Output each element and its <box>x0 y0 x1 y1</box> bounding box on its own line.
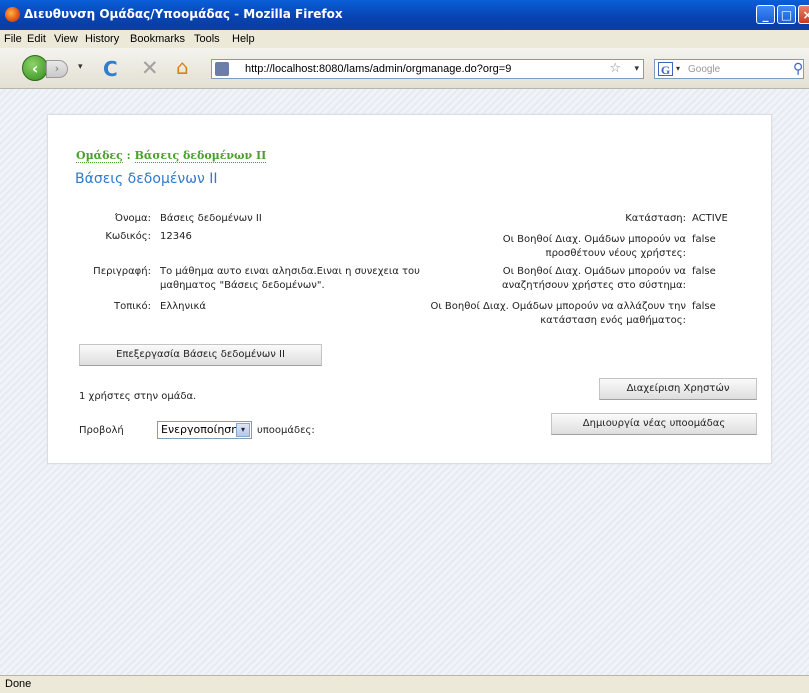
bookmark-star-icon[interactable]: ☆ <box>609 61 621 76</box>
description-value: Το μάθημα αυτο ειναι αλησιδα.Ειναι η συν… <box>160 266 420 291</box>
group-card: Ομάδες : Βάσεις δεδομένων ΙΙ Βάσεις δεδο… <box>47 114 772 464</box>
menu-bookmarks[interactable]: Bookmarks <box>130 33 185 45</box>
filter-prefix-label: Προβολή <box>79 425 124 436</box>
locale-value: Ελληνικά <box>160 301 206 312</box>
history-dropdown-icon[interactable]: ▾ <box>78 62 83 72</box>
filter-suffix-label: υποομάδες: <box>257 425 315 436</box>
page-title: Βάσεις δεδομένων ΙΙ <box>75 171 218 187</box>
breadcrumb-separator: : <box>122 149 135 162</box>
add-users-value: false <box>692 234 716 245</box>
description-label: Περιγραφή: <box>93 266 151 277</box>
menu-help[interactable]: Help <box>232 33 255 45</box>
address-bar[interactable]: http://localhost:8080/lams/admin/orgmana… <box>211 59 644 79</box>
subgroup-filter-select[interactable]: Ενεργοποίηση ▾ <box>157 421 252 439</box>
search-icon[interactable]: ⚲ <box>793 61 803 77</box>
code-value: 12346 <box>160 231 192 242</box>
menu-edit[interactable]: Edit <box>27 33 46 45</box>
maximize-button[interactable]: □ <box>777 5 796 24</box>
change-status-label: Οι Βοηθοί Διαχ. Ομάδων μπορούν να αλλάζο… <box>430 301 686 326</box>
manage-users-button[interactable]: Διαχείριση Χρηστών <box>599 378 757 400</box>
firefox-icon <box>5 7 20 22</box>
url-dropdown-icon[interactable]: ▾ <box>634 64 639 74</box>
name-value: Βάσεις δεδομένων ΙΙ <box>160 213 262 224</box>
breadcrumb-groups-link[interactable]: Ομάδες <box>76 149 123 163</box>
menu-history[interactable]: History <box>85 33 119 45</box>
status-label: Κατάσταση: <box>625 213 686 224</box>
name-label: Όνομα: <box>114 213 151 224</box>
breadcrumb-current: Βάσεις δεδομένων ΙΙ <box>134 149 267 163</box>
navigation-toolbar: ‹ › ▾ C ✕ ⌂ http://localhost:8080/lams/a… <box>0 48 809 89</box>
add-users-label: Οι Βοηθοί Διαχ. Ομάδων μπορούν να προσθέ… <box>502 234 686 259</box>
status-value: ACTIVE <box>692 213 728 224</box>
forward-button[interactable]: › <box>46 60 68 78</box>
locale-label: Τοπικό: <box>113 301 151 312</box>
search-users-label: Οι Βοηθοί Διαχ. Ομάδων μπορούν να αναζητ… <box>502 266 686 291</box>
menu-bar: File Edit View History Bookmarks Tools H… <box>0 30 809 48</box>
users-count-text: 1 χρήστες στην ομάδα. <box>79 391 197 402</box>
engine-dropdown-icon[interactable]: ▾ <box>676 64 680 73</box>
subgroup-filter-value[interactable]: Ενεργοποίηση <box>161 423 238 436</box>
search-input[interactable]: Google <box>688 64 720 75</box>
google-engine-icon[interactable]: G <box>658 62 673 77</box>
menu-tools[interactable]: Tools <box>194 33 220 45</box>
close-button[interactable]: × <box>798 5 809 24</box>
search-users-value: false <box>692 266 716 277</box>
chevron-down-icon[interactable]: ▾ <box>236 423 250 437</box>
create-subgroup-button[interactable]: Δημιουργία νέας υποομάδας <box>551 413 757 435</box>
window-title: Διευθυνση Ομάδας/Υποομάδας - Mozilla Fir… <box>24 7 343 21</box>
menu-view[interactable]: View <box>54 33 78 45</box>
change-status-value: false <box>692 301 716 312</box>
back-button[interactable]: ‹ <box>22 55 48 81</box>
page-viewport: Ομάδες : Βάσεις δεδομένων ΙΙ Βάσεις δεδο… <box>0 89 809 675</box>
search-bar[interactable]: G ▾ Google ⚲ <box>654 59 804 79</box>
home-icon[interactable]: ⌂ <box>176 55 189 79</box>
reload-icon[interactable]: C <box>103 57 118 81</box>
stop-icon[interactable]: ✕ <box>141 56 159 80</box>
minimize-button[interactable]: _ <box>756 5 775 24</box>
code-label: Κωδικός: <box>105 231 151 242</box>
url-text[interactable]: http://localhost:8080/lams/admin/orgmana… <box>245 63 511 75</box>
edit-group-button[interactable]: Επεξεργασία Βάσεις δεδομένων ΙΙ <box>79 344 322 366</box>
menu-file[interactable]: File <box>4 33 22 45</box>
status-text: Done <box>5 678 32 690</box>
window-title-bar: Διευθυνση Ομάδας/Υποομάδας - Mozilla Fir… <box>0 0 809 30</box>
status-bar: Done <box>0 675 809 693</box>
breadcrumb: Ομάδες : Βάσεις δεδομένων ΙΙ <box>76 149 267 163</box>
site-identity-icon[interactable] <box>215 62 229 76</box>
